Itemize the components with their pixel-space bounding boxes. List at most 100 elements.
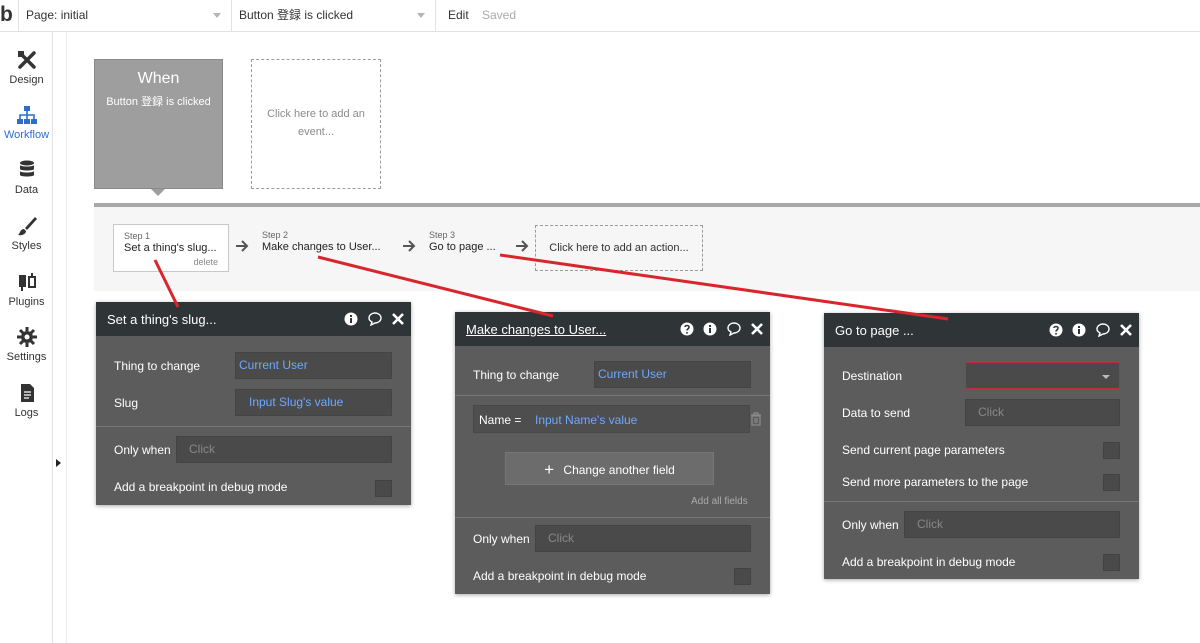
step-number: Step 2 (262, 230, 289, 240)
divider (824, 501, 1139, 502)
plug-icon (18, 273, 36, 291)
event-select[interactable]: Button 登録 is clicked (231, 0, 433, 32)
event-notch (151, 189, 165, 196)
edit-menu[interactable]: Edit (448, 0, 469, 30)
panel-header: Make changes to User... (455, 312, 770, 346)
action-panel-go-to-page: Go to page ... Destination Data to send … (824, 313, 1139, 579)
sidebar-item-label: Settings (6, 351, 47, 363)
panel-header: Set a thing's slug... (96, 302, 411, 336)
event-card-when[interactable]: When Button 登録 is clicked (94, 59, 223, 189)
add-action-button[interactable]: Click here to add an action... (535, 225, 703, 271)
close-icon[interactable] (391, 312, 405, 326)
chevron-down-icon (1102, 375, 1110, 379)
info-icon[interactable] (703, 322, 717, 336)
only-when-label: Only when (842, 518, 899, 532)
breakpoint-checkbox[interactable] (1103, 554, 1120, 571)
help-icon[interactable] (1049, 323, 1063, 337)
close-icon[interactable] (1119, 323, 1133, 337)
data-to-send-field[interactable]: Click (965, 399, 1120, 426)
slug-label: Slug (114, 396, 139, 410)
info-icon[interactable] (344, 312, 358, 326)
change-another-field-button[interactable]: + Change another field (505, 452, 714, 485)
add-all-fields-link[interactable]: Add all fields (691, 496, 748, 507)
trash-icon[interactable] (750, 412, 762, 426)
event-select-label: Button 登録 is clicked (239, 8, 354, 22)
change-another-field-label: Change another field (563, 463, 675, 477)
action-step-1[interactable]: Step 1 Set a thing's slug... delete (113, 224, 229, 272)
action-step-2[interactable]: Step 2 Make changes to User... (252, 224, 392, 272)
breakpoint-label: Add a breakpoint in debug mode (114, 480, 288, 494)
send-current-params-checkbox[interactable] (1103, 442, 1120, 459)
comment-icon[interactable] (367, 312, 382, 326)
sidebar-item-plugins[interactable]: Plugins (0, 262, 53, 317)
breakpoint-label: Add a breakpoint in debug mode (473, 569, 647, 583)
info-icon[interactable] (1072, 323, 1086, 337)
brush-icon (17, 217, 37, 236)
thing-to-change-field[interactable]: Current User (594, 361, 751, 388)
sidebar-item-label: Styles (11, 240, 42, 252)
sidebar-item-design[interactable]: Design (0, 40, 53, 95)
close-icon[interactable] (750, 322, 764, 336)
sidebar-item-label: Data (14, 184, 39, 196)
left-sidebar: Design Workflow Data Styles Plugins Sett… (0, 32, 53, 643)
delete-step-link[interactable]: delete (193, 257, 218, 267)
panel-title[interactable]: Make changes to User... (466, 322, 606, 337)
sidebar-item-logs[interactable]: Logs (0, 373, 53, 428)
expand-arrow-icon[interactable] (56, 459, 61, 467)
workflow-icon (16, 106, 37, 124)
send-more-params-checkbox[interactable] (1103, 474, 1120, 491)
send-more-params-label: Send more parameters to the page (842, 475, 1029, 489)
event-title: When (137, 70, 180, 87)
only-when-label: Only when (473, 532, 530, 546)
database-icon (19, 160, 34, 177)
step-name: Go to page ... (429, 241, 496, 253)
sidebar-item-data[interactable]: Data (0, 150, 53, 205)
breakpoint-label: Add a breakpoint in debug mode (842, 555, 1016, 569)
document-icon (20, 384, 34, 402)
field-row-name[interactable]: Name = Input Name's value (473, 405, 750, 433)
divider (455, 395, 770, 396)
gear-icon (16, 327, 37, 347)
sidebar-item-workflow[interactable]: Workflow (0, 95, 53, 150)
saved-status: Saved (482, 8, 517, 22)
slug-field[interactable]: Input Slug's value (235, 389, 392, 416)
breakpoint-checkbox[interactable] (375, 480, 392, 497)
edit-area: Edit Saved (435, 0, 555, 32)
field-name-value[interactable]: Input Name's value (535, 413, 637, 427)
thing-to-change-label: Thing to change (114, 359, 201, 373)
comment-icon[interactable] (1095, 323, 1110, 337)
only-when-field[interactable]: Click (904, 511, 1120, 538)
add-event-button[interactable]: Click here to add an event... (251, 59, 381, 189)
thing-to-change-field[interactable]: Current User (235, 352, 392, 379)
destination-dropdown[interactable] (965, 362, 1120, 389)
page-select[interactable]: Page: initial (18, 0, 229, 32)
divider (96, 426, 411, 427)
chevron-down-icon (417, 13, 425, 18)
page-select-label: Page: initial (26, 8, 89, 22)
comment-icon[interactable] (726, 322, 741, 336)
divider (455, 517, 770, 518)
sidebar-item-label: Workflow (3, 129, 50, 141)
action-panel-set-slug: Set a thing's slug... Thing to change Cu… (96, 302, 411, 505)
sidebar-item-label: Design (9, 74, 44, 86)
step-name: Make changes to User... (262, 241, 381, 253)
help-icon[interactable] (680, 322, 694, 336)
bubble-logo[interactable]: b (0, 4, 18, 26)
top-bar: b Page: initial Button 登録 is clicked Edi… (0, 0, 1200, 32)
action-step-3[interactable]: Step 3 Go to page ... (419, 224, 511, 272)
only-when-label: Only when (114, 443, 171, 457)
only-when-field[interactable]: Click (176, 436, 392, 463)
sidebar-item-styles[interactable]: Styles (0, 206, 53, 261)
step-name: Set a thing's slug... (124, 242, 217, 254)
sidebar-item-label: Plugins (8, 296, 45, 308)
arrow-right-icon (516, 240, 529, 252)
sidebar-item-settings[interactable]: Settings (0, 317, 53, 372)
palette-expand-strip[interactable] (53, 32, 67, 643)
data-to-send-label: Data to send (842, 406, 911, 420)
only-when-field[interactable]: Click (535, 525, 751, 552)
step-number: Step 1 (124, 231, 151, 241)
destination-label: Destination (842, 369, 903, 383)
arrow-right-icon (236, 240, 249, 252)
field-name-label: Name = (479, 413, 522, 427)
breakpoint-checkbox[interactable] (734, 568, 751, 585)
